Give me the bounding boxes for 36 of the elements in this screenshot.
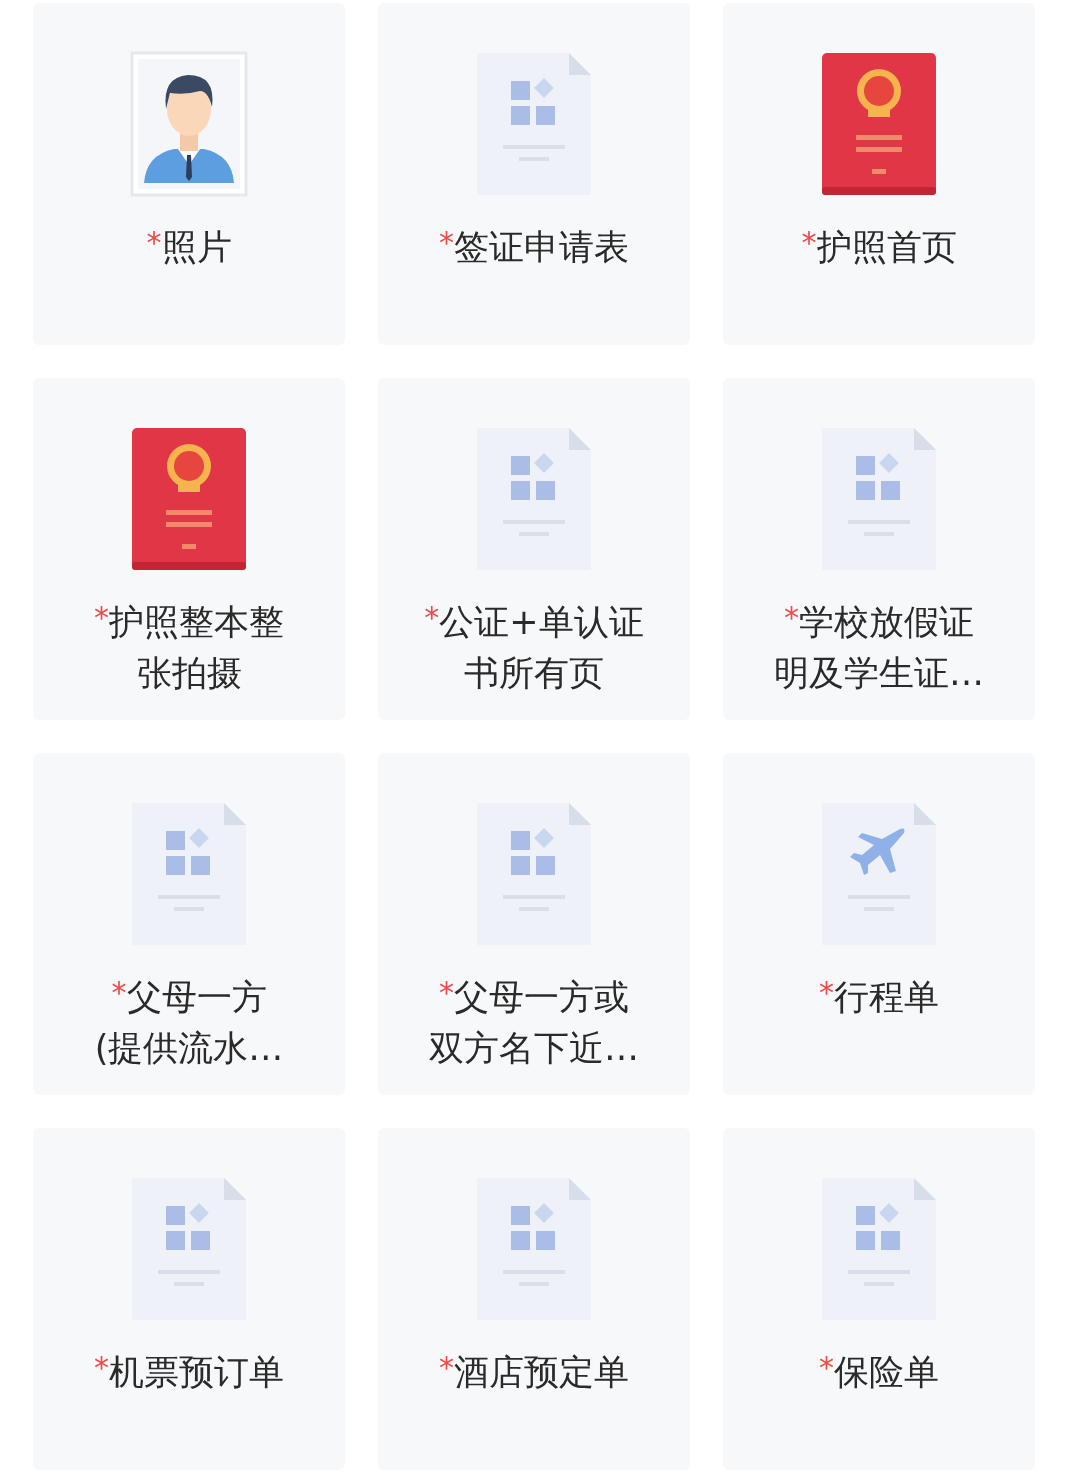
document-icon xyxy=(130,1176,248,1322)
document-icon xyxy=(820,1176,938,1322)
upload-card[interactable]: $^{*}$学校放假证 明及学生证… xyxy=(723,378,1035,720)
document-label: $^{*}$护照首页 xyxy=(801,224,957,269)
document-label: $^{*}$父母一方或 双方名下近… xyxy=(429,974,639,1070)
document-label: $^{*}$父母一方 (提供流水… xyxy=(94,974,284,1070)
upload-card[interactable]: $^{*}$机票预订单 xyxy=(33,1128,345,1470)
document-label: $^{*}$保险单 xyxy=(819,1349,939,1394)
upload-card[interactable]: $^{*}$照片 xyxy=(33,3,345,345)
upload-card[interactable]: $^{*}$酒店预定单 xyxy=(378,1128,690,1470)
document-icon xyxy=(475,426,593,572)
upload-card[interactable]: $^{*}$父母一方或 双方名下近… xyxy=(378,753,690,1095)
person-photo-icon xyxy=(130,51,248,197)
document-icon xyxy=(820,426,938,572)
document-icon xyxy=(475,51,593,197)
document-icon xyxy=(475,1176,593,1322)
upload-card[interactable]: $^{*}$护照首页 xyxy=(723,3,1035,345)
document-label: $^{*}$学校放假证 明及学生证… xyxy=(774,599,984,695)
document-label: $^{*}$机票预订单 xyxy=(94,1349,284,1394)
airplane-document-icon xyxy=(820,801,938,947)
upload-card[interactable]: $^{*}$父母一方 (提供流水… xyxy=(33,753,345,1095)
upload-card[interactable]: $^{*}$签证申请表 xyxy=(378,3,690,345)
passport-icon xyxy=(130,426,248,572)
document-label: $^{*}$照片 xyxy=(146,224,232,269)
document-icon xyxy=(130,801,248,947)
upload-card[interactable]: $^{*}$公证+单认证 书所有页 xyxy=(378,378,690,720)
document-label: $^{*}$签证申请表 xyxy=(439,224,629,269)
upload-card[interactable]: $^{*}$保险单 xyxy=(723,1128,1035,1470)
passport-icon xyxy=(820,51,938,197)
document-icon xyxy=(475,801,593,947)
document-label: $^{*}$酒店预定单 xyxy=(439,1349,629,1394)
upload-card[interactable]: $^{*}$护照整本整 张拍摄 xyxy=(33,378,345,720)
document-label: $^{*}$护照整本整 张拍摄 xyxy=(94,599,284,695)
document-label: $^{*}$公证+单认证 书所有页 xyxy=(424,599,644,695)
document-label: $^{*}$行程单 xyxy=(819,974,939,1019)
upload-card[interactable]: $^{*}$行程单 xyxy=(723,753,1035,1095)
